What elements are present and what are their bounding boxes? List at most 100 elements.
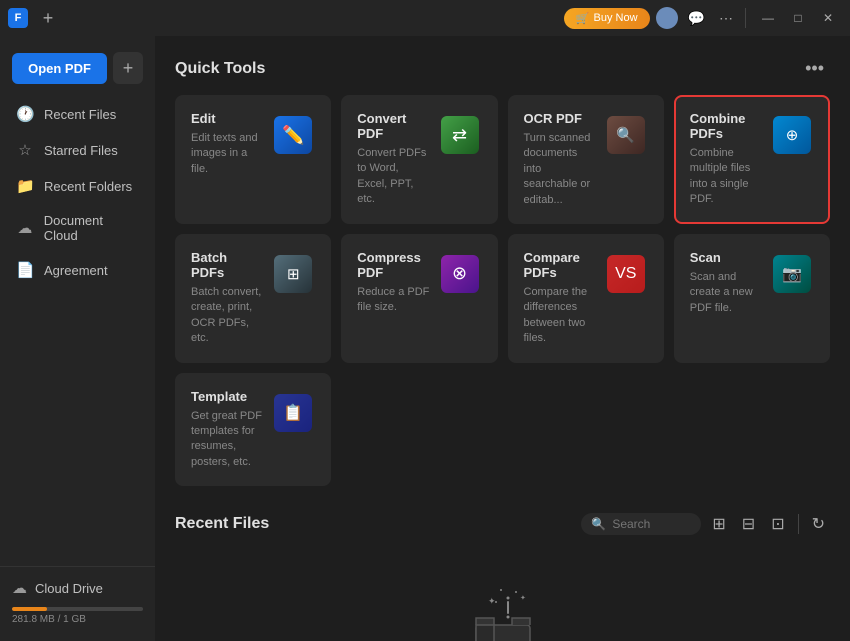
tool-name-convert: Convert PDF: [357, 111, 429, 141]
compare-icon: VS: [607, 255, 645, 293]
tool-card-compare[interactable]: Compare PDFs Compare the differences bet…: [508, 234, 664, 363]
convert-icon: ⇄: [441, 116, 479, 154]
sidebar-item-label-starred-files: Starred Files: [44, 143, 118, 158]
ocr-icon: 🔍: [607, 116, 645, 154]
tool-card-edit[interactable]: Edit Edit texts and images in a file. ✏️: [175, 95, 331, 224]
sidebar-item-label-recent-files: Recent Files: [44, 107, 116, 122]
tool-card-ocr-text: OCR PDF Turn scanned documents into sear…: [524, 111, 596, 208]
tool-card-compare-text: Compare PDFs Compare the differences bet…: [524, 250, 596, 347]
titlebar: F + 🛒 Buy Now 💬 ⋯ — □ ✕: [0, 0, 850, 36]
tool-card-batch-text: Batch PDFs Batch convert, create, print,…: [191, 250, 263, 347]
tool-name-edit: Edit: [191, 111, 263, 126]
tool-card-convert-text: Convert PDF Convert PDFs to Word, Excel,…: [357, 111, 429, 208]
document-cloud-icon: ☁: [16, 219, 34, 237]
combine-icon: ⊕: [773, 116, 811, 154]
tool-name-combine: Combine PDFs: [690, 111, 762, 141]
app-logo: F: [8, 8, 28, 28]
tool-icon-area-template: 📋: [271, 391, 315, 435]
titlebar-left: F +: [8, 6, 60, 30]
buy-now-button[interactable]: 🛒 Buy Now: [564, 8, 650, 29]
recent-files-header: Recent Files 🔍 ⊞ ⊟ ⊡ ↻: [175, 510, 830, 538]
sidebar-item-starred-files[interactable]: ☆ Starred Files: [0, 132, 155, 168]
titlebar-divider: [745, 8, 746, 28]
restore-button[interactable]: □: [784, 4, 812, 32]
close-button[interactable]: ✕: [814, 4, 842, 32]
refresh-button[interactable]: ↻: [807, 510, 830, 538]
tool-icon-area-ocr: 🔍: [604, 113, 648, 157]
tools-grid: Edit Edit texts and images in a file. ✏️…: [175, 95, 830, 486]
svg-text:✦: ✦: [488, 596, 496, 606]
search-bar[interactable]: 🔍: [581, 513, 701, 535]
tool-icon-area-combine: ⊕: [770, 113, 814, 157]
sidebar-item-recent-files[interactable]: 🕐 Recent Files: [0, 96, 155, 132]
cloud-drive-item[interactable]: ☁ Cloud Drive: [12, 575, 143, 601]
tool-name-compare: Compare PDFs: [524, 250, 596, 280]
tool-card-template[interactable]: Template Get great PDF templates for res…: [175, 373, 331, 487]
compress-icon: ⊗: [441, 255, 479, 293]
tool-name-batch: Batch PDFs: [191, 250, 263, 280]
tool-card-ocr[interactable]: OCR PDF Turn scanned documents into sear…: [508, 95, 664, 224]
new-tab-button[interactable]: +: [36, 6, 60, 30]
view-folder-button[interactable]: ⊡: [766, 510, 789, 538]
edit-icon: ✏️: [274, 116, 312, 154]
tool-desc-combine: Combine multiple files into a single PDF…: [690, 146, 762, 208]
storage-usage-text: 281.8 MB / 1 GB: [12, 614, 143, 625]
tool-card-batch[interactable]: Batch PDFs Batch convert, create, print,…: [175, 234, 331, 363]
tool-name-template: Template: [191, 389, 263, 404]
view-divider: [798, 514, 799, 534]
more-options-button[interactable]: ⋯: [715, 8, 737, 29]
tool-card-compress[interactable]: Compress PDF Reduce a PDF file size. ⊗: [341, 234, 497, 363]
sidebar-item-label-agreement: Agreement: [44, 263, 108, 278]
recent-files-title: Recent Files: [175, 515, 269, 533]
view-list-button[interactable]: ⊟: [737, 510, 760, 538]
titlebar-right: 🛒 Buy Now 💬 ⋯ — □ ✕: [564, 4, 842, 32]
empty-state: ✦ ✦ There aren't any recent files. Click…: [175, 550, 830, 641]
chat-icon-button[interactable]: 💬: [684, 8, 709, 29]
tool-card-combine[interactable]: Combine PDFs Combine multiple files into…: [674, 95, 830, 224]
tool-name-compress: Compress PDF: [357, 250, 429, 280]
sidebar-bottom: ☁ Cloud Drive 281.8 MB / 1 GB: [0, 566, 155, 633]
tool-desc-scan: Scan and create a new PDF file.: [690, 270, 762, 316]
content-area: Quick Tools ••• Edit Edit texts and imag…: [155, 36, 850, 641]
empty-box-illustration: ✦ ✦: [458, 580, 548, 641]
quick-tools-title: Quick Tools: [175, 60, 265, 78]
open-pdf-button[interactable]: Open PDF: [12, 53, 107, 84]
search-icon: 🔍: [591, 517, 606, 531]
main-layout: Open PDF + 🕐 Recent Files ☆ Starred File…: [0, 36, 850, 641]
tool-desc-edit: Edit texts and images in a file.: [191, 131, 263, 177]
tool-card-scan[interactable]: Scan Scan and create a new PDF file. 📷: [674, 234, 830, 363]
tool-card-template-text: Template Get great PDF templates for res…: [191, 389, 263, 471]
tool-card-convert[interactable]: Convert PDF Convert PDFs to Word, Excel,…: [341, 95, 497, 224]
storage-bar-container: 281.8 MB / 1 GB: [12, 607, 143, 625]
avatar[interactable]: [656, 7, 678, 29]
starred-files-icon: ☆: [16, 141, 34, 159]
minimize-button[interactable]: —: [754, 4, 782, 32]
tool-card-compress-text: Compress PDF Reduce a PDF file size.: [357, 250, 429, 316]
template-icon: 📋: [274, 394, 312, 432]
recent-folders-icon: 📁: [16, 177, 34, 195]
view-grid-button[interactable]: ⊞: [707, 510, 730, 538]
batch-icon: ⊞: [274, 255, 312, 293]
cart-icon: 🛒: [576, 12, 590, 25]
tool-icon-area-batch: ⊞: [271, 252, 315, 296]
recent-files-tools: 🔍 ⊞ ⊟ ⊡ ↻: [581, 510, 830, 538]
quick-tools-more-button[interactable]: •••: [799, 56, 830, 81]
sidebar-item-label-recent-folders: Recent Folders: [44, 179, 132, 194]
sidebar-item-recent-folders[interactable]: 📁 Recent Folders: [0, 168, 155, 204]
window-controls: — □ ✕: [754, 4, 842, 32]
tool-desc-convert: Convert PDFs to Word, Excel, PPT, etc.: [357, 146, 429, 208]
agreement-icon: 📄: [16, 261, 34, 279]
tool-card-edit-text: Edit Edit texts and images in a file.: [191, 111, 263, 177]
sidebar-item-agreement[interactable]: 📄 Agreement: [0, 252, 155, 288]
tool-name-ocr: OCR PDF: [524, 111, 596, 126]
sidebar: Open PDF + 🕐 Recent Files ☆ Starred File…: [0, 36, 155, 641]
scan-icon: 📷: [773, 255, 811, 293]
search-input[interactable]: [612, 517, 692, 531]
tool-card-combine-text: Combine PDFs Combine multiple files into…: [690, 111, 762, 208]
storage-bar-fill: [12, 607, 47, 611]
tool-desc-template: Get great PDF templates for resumes, pos…: [191, 409, 263, 471]
add-button[interactable]: +: [113, 52, 143, 84]
cloud-drive-label: Cloud Drive: [35, 581, 103, 596]
sidebar-item-document-cloud[interactable]: ☁ Document Cloud: [0, 204, 155, 252]
svg-text:✦: ✦: [520, 594, 526, 602]
